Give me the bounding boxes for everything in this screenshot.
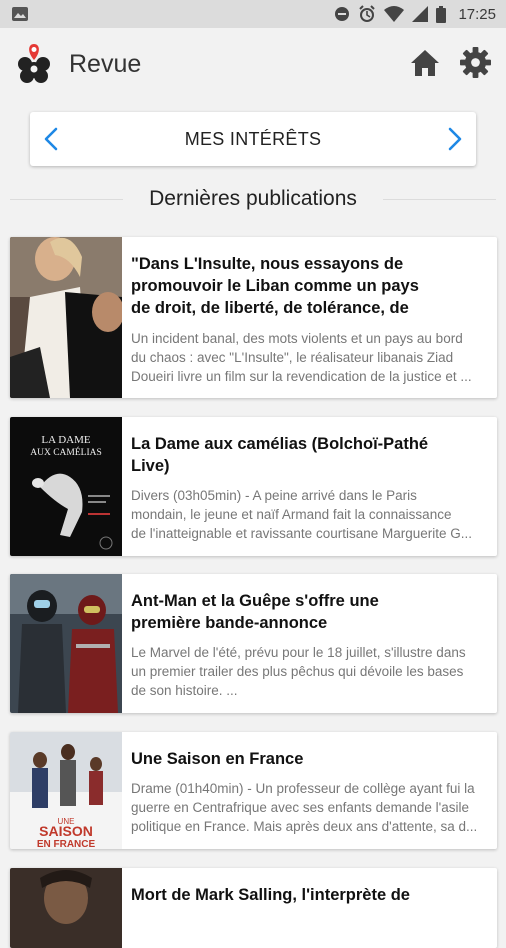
article-description: Drame (01h40min) - Un professeur de coll… (131, 781, 478, 834)
category-selector: MES INTÉRÊTS (30, 112, 476, 166)
article-description: Divers (03h05min) - A peine arrivé dans … (131, 488, 473, 541)
dnd-icon (335, 7, 350, 21)
alarm-icon (359, 5, 376, 22)
article-title: "Dans L'Insulte, nous essayons de promou… (131, 255, 419, 317)
battery-icon (436, 5, 447, 23)
article-card[interactable]: "Dans L'Insulte, nous essayons de promou… (10, 237, 497, 398)
article-card[interactable]: LA DAME AUX CAMÉLIAS La Dame aux camélia… (10, 417, 497, 556)
svg-text:EN FRANCE: EN FRANCE (37, 839, 96, 849)
status-time: 17:25 (458, 5, 496, 23)
article-thumbnail: UNE SAISON EN FRANCE (10, 732, 122, 849)
article-card[interactable]: Mort de Mark Salling, l'interprète de (10, 868, 497, 948)
article-title: Ant-Man et la Guêpe s'offre une première… (131, 592, 379, 632)
article-thumbnail (10, 574, 122, 713)
article-description: Le Marvel de l'été, prévu pour le 18 jui… (131, 645, 466, 698)
article-card[interactable]: Ant-Man et la Guêpe s'offre une première… (10, 574, 497, 713)
signal-icon (412, 6, 429, 22)
section-divider-right (383, 199, 496, 200)
article-description: Un incident banal, des mots violents et … (131, 331, 472, 384)
article-title: Une Saison en France (131, 750, 304, 768)
article-title: La Dame aux camélias (Bolchoï-Pathé Live… (131, 435, 429, 475)
article-title: Mort de Mark Salling, l'interprète de (131, 886, 410, 904)
article-thumbnail: LA DAME AUX CAMÉLIAS (10, 417, 122, 556)
logo-icon[interactable] (14, 42, 54, 86)
svg-text:LA DAME: LA DAME (41, 434, 90, 446)
section-header: Dernières publications (10, 184, 496, 214)
chevron-right-icon[interactable] (442, 126, 466, 152)
image-icon (12, 7, 28, 21)
settings-icon[interactable] (460, 47, 491, 78)
home-icon[interactable] (410, 48, 440, 78)
selector-label: MES INTÉRÊTS (184, 129, 322, 149)
svg-text:AUX CAMÉLIAS: AUX CAMÉLIAS (30, 446, 102, 458)
article-thumbnail (10, 237, 122, 398)
app-title: Revue (69, 50, 142, 78)
article-thumbnail (10, 868, 122, 948)
app-bar: Revue (0, 28, 506, 100)
status-bar: 17:25 (0, 0, 506, 28)
wifi-icon (384, 6, 405, 22)
article-card[interactable]: UNE SAISON EN FRANCE Une Saison en Franc… (10, 732, 497, 849)
svg-text:SAISON: SAISON (39, 823, 93, 839)
